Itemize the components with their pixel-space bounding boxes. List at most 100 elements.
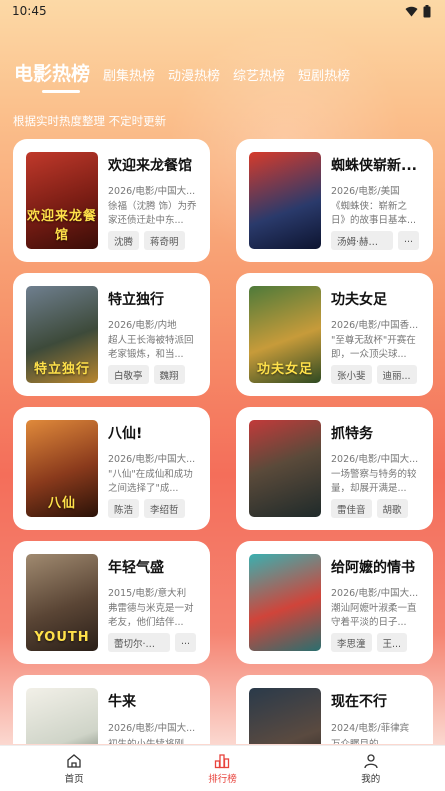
user-icon bbox=[364, 753, 378, 768]
movie-meta: 2026/电影/中国香... bbox=[331, 319, 419, 330]
cast-tags: 蕾切尔·薇兹... bbox=[108, 633, 198, 652]
movie-info: 特立独行 2026/电影/内地 超人王长海被特派回老家锻炼，和当... 白敬亭 魏翔 bbox=[108, 286, 198, 384]
cast-tag: 雷佳音 bbox=[331, 499, 372, 518]
tab-short-drama[interactable]: 短剧热榜 bbox=[298, 65, 350, 90]
status-time: 10:45 bbox=[12, 4, 47, 18]
movie-card[interactable]: 抓特务 2026/电影/中国大... 一场警察与特务的较量，却展开满是... 雷佳音胡… bbox=[236, 407, 433, 530]
nav-ranking-label: 排行榜 bbox=[208, 773, 237, 785]
movie-info: 给阿嬷的情书 2026/电影/中国大... 潮汕阿嬷叶淑柔一直守着平淡的日子... 李… bbox=[331, 554, 421, 652]
status-bar: 10:45 bbox=[0, 0, 445, 22]
cast-tags: 白敬亭 魏翔 bbox=[108, 365, 198, 384]
movie-meta: 2026/电影/中国大... bbox=[108, 185, 196, 196]
poster-title: 特立独行 bbox=[33, 362, 90, 377]
movie-info: 牛来 2026/电影/中国大... 初生的小牛犊将刚 bbox=[108, 688, 198, 744]
cast-tag: 汤姆·赫兰德 bbox=[331, 231, 393, 250]
cast-tag: 白敬亭 bbox=[108, 365, 149, 384]
movie-card[interactable]: 功夫女足 功夫女足 2026/电影/中国香... "至尊无敌杯"开赛在即，一众顶尖球.… bbox=[236, 273, 433, 396]
movie-info: 抓特务 2026/电影/中国大... 一场警察与特务的较量，却展开满是... 雷佳音胡… bbox=[331, 420, 421, 518]
nav-profile[interactable]: 我的 bbox=[321, 753, 421, 785]
movie-title: 功夫女足 bbox=[331, 292, 387, 308]
home-icon bbox=[67, 753, 81, 768]
poster-title: 功夫女足 bbox=[256, 362, 313, 377]
poster-title: YOUTH bbox=[34, 630, 90, 645]
movie-info: 八仙! 2026/电影/中国大... "八仙"在成仙和成功之间选择了"成... 陈浩李… bbox=[108, 420, 198, 518]
list-subtitle: 根据实时热度整理 不定时更新 bbox=[13, 114, 167, 128]
cast-tags: 张小斐 迪丽... bbox=[331, 365, 421, 384]
movie-title: 现在不行 bbox=[331, 694, 387, 710]
bottom-nav: 首页 排行榜 我的 bbox=[0, 745, 445, 791]
movie-description: "至尊无敌杯"开赛在即，一众顶尖球... bbox=[331, 334, 416, 360]
cast-tags: 陈浩 李绍哲 bbox=[108, 499, 198, 518]
movie-meta: 2024/电影/菲律宾 bbox=[331, 723, 410, 734]
movie-title: 抓特务 bbox=[331, 426, 373, 442]
nav-ranking[interactable]: 排行榜 bbox=[172, 753, 272, 785]
movie-info: 年轻气盛 2015/电影/意大利弗雷德与米克是一对老友，他们结伴... 蕾切尔·薇兹… bbox=[108, 554, 198, 652]
movie-description: 《蜘蛛侠：崭新之日》的故事日基本... bbox=[331, 200, 417, 226]
movie-info: 功夫女足 2026/电影/中国香... "至尊无敌杯"开赛在即，一众顶尖球... 张小… bbox=[331, 286, 421, 384]
cast-tag: 张小斐 bbox=[331, 365, 372, 384]
movie-card[interactable]: 特立独行 特立独行 2026/电影/内地 超人王长海被特派回老家锻炼，和当... 白敬亭… bbox=[13, 273, 210, 396]
cast-tag: 蒋奇明 bbox=[144, 231, 185, 250]
movie-info: 现在不行 2024/电影/菲律宾万众瞩目的 bbox=[331, 688, 421, 744]
cast-tag: 蕾切尔·薇兹 bbox=[108, 633, 170, 652]
movie-info: 蜘蛛侠崭新... 2026/电影/美国 《蜘蛛侠：崭新之日》的故事日基本... 汤姆·… bbox=[331, 152, 421, 250]
movie-title: 八仙! bbox=[108, 426, 143, 442]
cast-tag: 迪丽... bbox=[376, 365, 417, 384]
movie-description: 弗雷德与米克是一对老友，他们结伴... bbox=[108, 602, 194, 628]
cast-tag: 陈浩 bbox=[108, 499, 140, 518]
poster-title: 欢迎来龙餐馆 bbox=[26, 209, 97, 243]
tab-variety[interactable]: 综艺热榜 bbox=[233, 65, 285, 90]
movie-title: 给阿嬷的情书 bbox=[331, 560, 415, 576]
movie-title: 年轻气盛 bbox=[108, 560, 164, 576]
movie-poster: 功夫女足 bbox=[249, 286, 321, 383]
category-tabs: 电影热榜 剧集热榜 动漫热榜 综艺热榜 短剧热榜 bbox=[14, 54, 363, 93]
nav-home-label: 首页 bbox=[64, 773, 84, 785]
cast-tags: 沈腾 蒋奇明 bbox=[108, 231, 198, 250]
status-icons bbox=[405, 4, 431, 18]
movie-poster: 特立独行 bbox=[26, 286, 98, 383]
movie-description: 初生的小牛犊将刚 bbox=[108, 738, 198, 744]
tab-anime[interactable]: 动漫热榜 bbox=[168, 65, 220, 90]
movie-poster: YOUTH bbox=[26, 554, 98, 651]
cast-tag: ... bbox=[175, 633, 197, 652]
movie-card[interactable]: 蜘蛛侠崭新... 2026/电影/美国 《蜘蛛侠：崭新之日》的故事日基本... 汤姆·… bbox=[236, 139, 433, 262]
cast-tag: 魏翔 bbox=[153, 365, 185, 384]
movie-description: 超人王长海被特派回老家锻炼，和当... bbox=[108, 334, 194, 360]
tab-series[interactable]: 剧集热榜 bbox=[103, 65, 155, 90]
cast-tag: 王... bbox=[376, 633, 408, 652]
cast-tag: 李绍哲 bbox=[144, 499, 185, 518]
movie-description: "八仙"在成仙和成功之间选择了"成... bbox=[108, 468, 193, 494]
movie-title: 牛来 bbox=[108, 694, 136, 710]
movie-card[interactable]: YOUTH 年轻气盛 2015/电影/意大利弗雷德与米克是一对老友，他们结伴... 蕾… bbox=[13, 541, 210, 664]
movie-poster bbox=[249, 420, 321, 517]
movie-meta: 2026/电影/内地 bbox=[108, 319, 177, 330]
movie-description: 徐福（沈腾 饰）为乔家还债迁赴中东... bbox=[108, 200, 197, 226]
tab-movie[interactable]: 电影热榜 bbox=[14, 59, 90, 93]
movie-card[interactable]: 给阿嬷的情书 2026/电影/中国大... 潮汕阿嬷叶淑柔一直守着平淡的日子... 李… bbox=[236, 541, 433, 664]
movie-card[interactable]: 牛来 2026/电影/中国大... 初生的小牛犊将刚 bbox=[13, 675, 210, 744]
movie-info: 欢迎来龙餐馆 2026/电影/中国大... 徐福（沈腾 饰）为乔家还债迁赴中东...… bbox=[108, 152, 198, 250]
cast-tags: 雷佳音 胡歌 bbox=[331, 499, 421, 518]
movie-meta: 2026/电影/美国 bbox=[331, 185, 400, 196]
cast-tag: 沈腾 bbox=[108, 231, 140, 250]
movie-description: 潮汕阿嬷叶淑柔一直守着平淡的日子... bbox=[331, 602, 417, 628]
movie-poster: 八仙 bbox=[26, 420, 98, 517]
movie-card[interactable]: 八仙 八仙! 2026/电影/中国大... "八仙"在成仙和成功之间选择了"成... 陈… bbox=[13, 407, 210, 530]
battery-icon bbox=[423, 4, 431, 17]
movie-poster bbox=[26, 688, 98, 744]
movie-description: 一场警察与特务的较量，却展开满是... bbox=[331, 468, 417, 494]
movie-meta: 2026/电影/中国大... bbox=[331, 453, 419, 464]
movie-meta: 2026/电影/中国大... bbox=[331, 587, 419, 598]
cast-tags: 汤姆·赫兰德... bbox=[331, 231, 421, 250]
movie-card[interactable]: 欢迎来龙餐馆 欢迎来龙餐馆 2026/电影/中国大... 徐福（沈腾 饰）为乔家还债迁… bbox=[13, 139, 210, 262]
movie-meta: 2026/电影/中国大... bbox=[108, 723, 196, 734]
nav-home[interactable]: 首页 bbox=[24, 753, 124, 785]
cast-tag: 胡歌 bbox=[376, 499, 408, 518]
movie-card[interactable]: 现在不行 2024/电影/菲律宾万众瞩目的 bbox=[236, 675, 433, 744]
movie-meta: 2015/电影/意大利 bbox=[108, 587, 187, 598]
movie-poster: 欢迎来龙餐馆 bbox=[26, 152, 98, 249]
ranking-icon bbox=[215, 753, 230, 768]
movie-title: 欢迎来龙餐馆 bbox=[108, 158, 192, 174]
movie-description: 万众瞩目的 bbox=[331, 738, 421, 744]
nav-profile-label: 我的 bbox=[361, 773, 381, 785]
